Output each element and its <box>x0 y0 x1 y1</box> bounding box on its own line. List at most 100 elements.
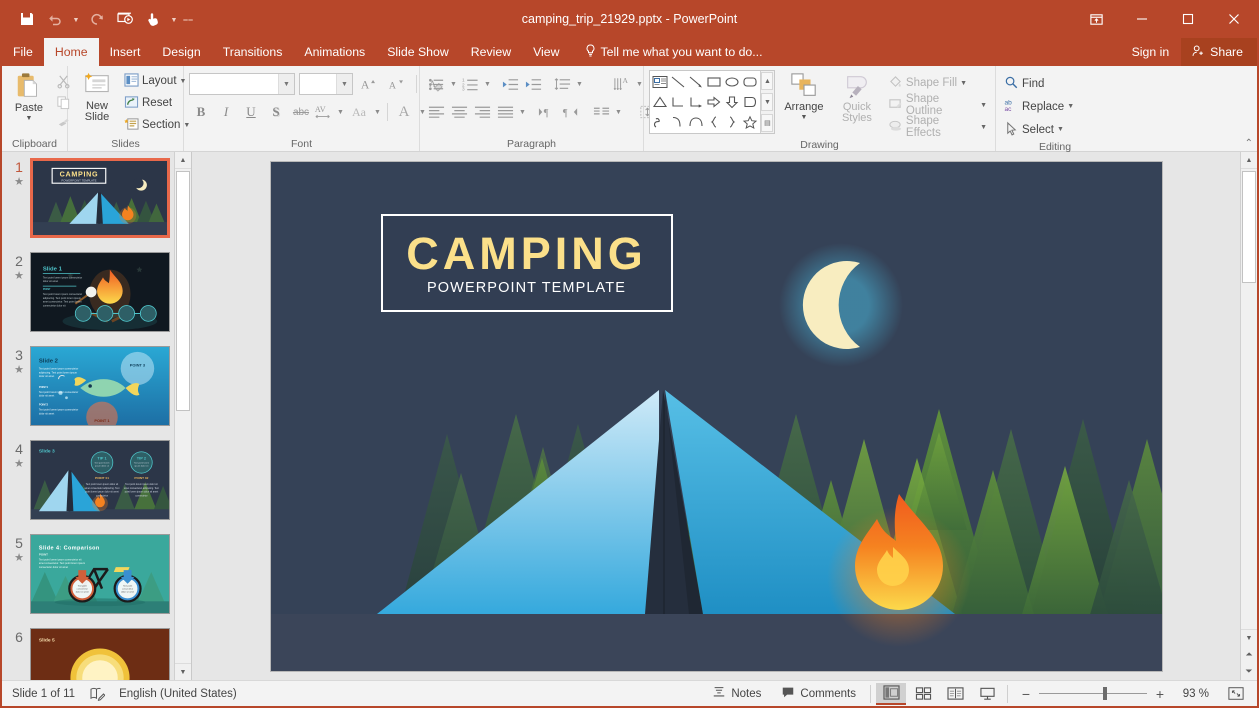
rectangle-shape-icon[interactable] <box>705 72 723 92</box>
oval-shape-icon[interactable] <box>723 72 741 92</box>
elbow-connector-shape-icon[interactable] <box>669 92 687 112</box>
font-size-dropdown-icon[interactable]: ▼ <box>336 74 352 94</box>
select-dropdown-icon[interactable]: ▼ <box>1057 126 1064 133</box>
layout-button[interactable]: Layout ▼ <box>121 70 193 92</box>
touch-mode-dropdown-icon[interactable]: ▼ <box>168 6 180 32</box>
text-box-shape-icon[interactable] <box>651 72 669 92</box>
down-arrow-shape-icon[interactable] <box>723 92 741 112</box>
slide-counter[interactable]: Slide 1 of 11 <box>2 681 85 707</box>
arrow-shape-icon[interactable] <box>687 72 705 92</box>
reset-button[interactable]: Reset <box>121 92 193 114</box>
shapes-gallery-scrollbar[interactable]: ▲ ▼ ▤ <box>759 71 774 133</box>
tab-home[interactable]: Home <box>43 38 99 66</box>
tab-animations[interactable]: Animations <box>293 38 376 66</box>
thumbnail-slide-6[interactable]: 6 Slide 5 <box>2 628 191 680</box>
font-name-combo[interactable]: ▼ <box>189 73 295 95</box>
character-spacing-button[interactable]: AV <box>314 101 334 123</box>
redo-icon[interactable] <box>84 6 110 32</box>
next-slide-button[interactable]: ⏷ <box>1241 663 1257 680</box>
thumbnail-frame-2[interactable]: Slide 1 Text point lorem ipsum consectet… <box>30 252 170 332</box>
thumbnail-slide-4[interactable]: 4 ★ TIP 1 TIP 2 Text point lorem ipsum d… <box>2 440 191 534</box>
reading-view-button[interactable] <box>940 683 970 705</box>
save-icon[interactable] <box>14 6 40 32</box>
bold-button[interactable]: B <box>189 101 213 123</box>
rounded-rectangle-shape-icon[interactable] <box>741 72 759 92</box>
tell-me-search[interactable]: Tell me what you want to do... <box>571 38 773 66</box>
customize-qat-icon[interactable]: ⩵ <box>182 6 194 32</box>
touch-mode-icon[interactable] <box>140 6 166 32</box>
font-color-button[interactable]: A <box>392 101 416 123</box>
slide-show-view-button[interactable] <box>972 683 1002 705</box>
slide-scroll-track[interactable] <box>1241 169 1257 629</box>
tab-insert[interactable]: Insert <box>99 38 152 66</box>
ribbon-display-options-icon[interactable] <box>1073 0 1119 38</box>
language-indicator[interactable]: English (United States) <box>109 681 247 707</box>
thumbnails-scroll-track[interactable] <box>175 169 191 663</box>
slide-scroll-up-icon[interactable]: ▲ <box>1241 152 1257 169</box>
share-button[interactable]: Share <box>1181 38 1257 66</box>
columns-icon[interactable] <box>590 101 613 123</box>
strikethrough-button[interactable]: abc <box>289 101 313 123</box>
character-spacing-dropdown-icon[interactable]: ▼ <box>335 101 346 123</box>
freeform-shape-icon[interactable] <box>651 112 669 132</box>
tab-transitions[interactable]: Transitions <box>212 38 294 66</box>
comments-button[interactable]: Comments <box>771 681 866 707</box>
tab-design[interactable]: Design <box>151 38 211 66</box>
change-case-button[interactable]: Aa <box>347 101 371 123</box>
arc-shape-icon[interactable] <box>687 112 705 132</box>
thumbnail-frame-4[interactable]: TIP 1 TIP 2 Text point lorem ipsum dolor … <box>30 440 170 520</box>
bullets-icon[interactable] <box>425 73 448 95</box>
bullets-dropdown-icon[interactable]: ▼ <box>448 73 459 95</box>
thumbnails-scroll-thumb[interactable] <box>176 171 190 411</box>
close-button[interactable] <box>1211 0 1257 38</box>
shape-effects-button[interactable]: Shape Effects ▼ <box>885 115 990 139</box>
shapes-gallery[interactable]: ▲ ▼ ▤ <box>649 70 775 134</box>
undo-dropdown-icon[interactable]: ▼ <box>70 6 82 32</box>
shape-fill-dropdown-icon[interactable]: ▼ <box>960 80 967 87</box>
thumbnail-slide-5[interactable]: 5 ★ Text point consectetur dolor sit ame… <box>2 534 191 628</box>
left-to-right-icon[interactable]: ¶ <box>536 101 559 123</box>
italic-button[interactable]: I <box>214 101 238 123</box>
curve-shape-icon[interactable] <box>669 112 687 132</box>
maximize-button[interactable] <box>1165 0 1211 38</box>
thumbnails-scrollbar[interactable]: ▲ ▼ <box>174 152 191 680</box>
zoom-slider[interactable] <box>1039 687 1147 700</box>
right-arrow-shape-icon[interactable] <box>705 92 723 112</box>
thumbnails-scroll-down-icon[interactable]: ▼ <box>175 663 191 680</box>
normal-view-button[interactable] <box>876 682 906 705</box>
replace-dropdown-icon[interactable]: ▼ <box>1067 103 1074 110</box>
shape-fill-button[interactable]: Shape Fill ▼ <box>885 72 990 94</box>
paste-dropdown-icon[interactable]: ▼ <box>26 115 33 122</box>
zoom-out-button[interactable]: − <box>1020 686 1032 702</box>
columns-dropdown-icon[interactable]: ▼ <box>613 101 624 123</box>
numbering-icon[interactable]: 123 <box>459 73 482 95</box>
tab-view[interactable]: View <box>522 38 570 66</box>
slide-thumbnail-list[interactable]: 1 ★ CAMPING POWERPOINT TEMPLATE 2 ★ Slid… <box>2 152 191 680</box>
increase-font-size-icon[interactable]: A <box>357 73 381 95</box>
minimize-button[interactable] <box>1119 0 1165 38</box>
thumbnail-frame-3[interactable]: Slide 2 Text point lorem ipsum consectet… <box>30 346 170 426</box>
line-spacing-dropdown-icon[interactable]: ▼ <box>574 73 585 95</box>
justify-dropdown-icon[interactable]: ▼ <box>517 101 528 123</box>
star-shape-icon[interactable] <box>741 112 759 132</box>
align-left-icon[interactable] <box>425 101 448 123</box>
zoom-in-button[interactable]: + <box>1154 686 1166 702</box>
right-brace-shape-icon[interactable] <box>723 112 741 132</box>
slide-scroll-thumb[interactable] <box>1242 171 1256 283</box>
thumbnail-frame-6[interactable]: Slide 5 <box>30 628 170 680</box>
line-shape-icon[interactable] <box>669 72 687 92</box>
zoom-slider-handle[interactable] <box>1103 687 1107 700</box>
new-slide-button[interactable]: New Slide <box>73 69 121 123</box>
justify-icon[interactable] <box>494 101 517 123</box>
zoom-level-label[interactable]: 93 % <box>1173 688 1209 700</box>
sign-in-button[interactable]: Sign in <box>1120 38 1182 66</box>
notes-button[interactable]: Notes <box>702 681 771 707</box>
shape-outline-dropdown-icon[interactable]: ▼ <box>980 102 987 109</box>
slide-scroll-down-icon[interactable]: ▼ <box>1241 629 1257 646</box>
thumbnail-frame-5[interactable]: Text point consectetur dolor sit amet Text… <box>30 534 170 614</box>
thumbnail-frame-1[interactable]: CAMPING POWERPOINT TEMPLATE <box>30 158 170 238</box>
decrease-font-size-icon[interactable]: A <box>385 73 409 95</box>
replace-button[interactable]: ab ac Replace ▼ <box>1001 95 1077 118</box>
line-spacing-icon[interactable] <box>551 73 574 95</box>
numbering-dropdown-icon[interactable]: ▼ <box>482 73 493 95</box>
